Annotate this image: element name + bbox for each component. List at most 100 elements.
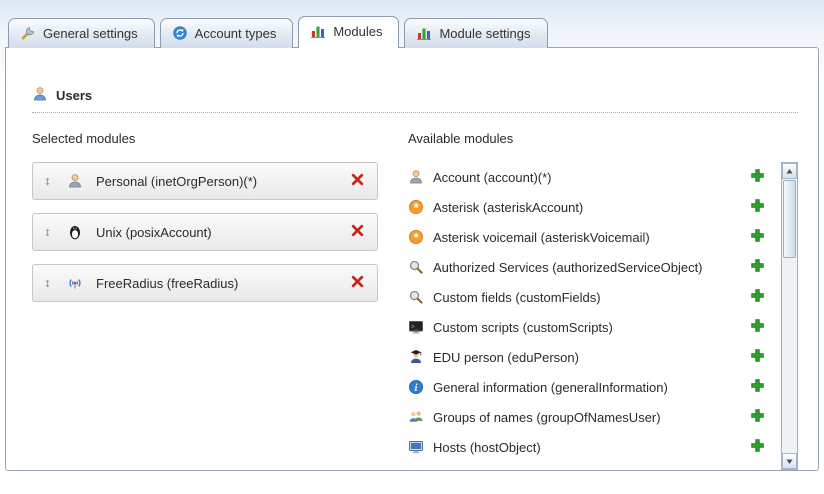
available-module-label: Asterisk voicemail (asteriskVoicemail) (433, 230, 739, 245)
plus-icon (750, 408, 765, 426)
tab-label: Account types (195, 26, 277, 41)
add-module-button[interactable] (748, 166, 767, 188)
selected-module-label: Unix (posixAccount) (92, 225, 339, 240)
red-x-icon (350, 172, 365, 190)
tab-label: Module settings (439, 26, 530, 41)
modules-columns: Selected modules Personal (inetOrgPerson… (32, 121, 798, 470)
plus-icon (750, 198, 765, 216)
refresh-icon (172, 25, 188, 41)
plus-icon (750, 318, 765, 336)
add-module-button[interactable] (748, 256, 767, 278)
antenna-icon (67, 275, 83, 291)
asterisk-icon: * (408, 199, 424, 215)
drag-handle-icon[interactable] (43, 175, 52, 188)
selected-module-row: FreeRadius (freeRadius) (32, 264, 378, 302)
section-title: Users (56, 88, 92, 103)
tab-general-settings[interactable]: General settings (8, 18, 155, 48)
person-icon (408, 169, 424, 185)
svg-text:i: i (415, 383, 418, 394)
tab-account-types[interactable]: Account types (160, 18, 294, 48)
svg-text:>_: >_ (411, 324, 419, 331)
add-module-button[interactable] (748, 286, 767, 308)
scroll-down-button[interactable] (782, 453, 797, 469)
monitor-icon (408, 439, 424, 455)
scrollbar-thumb[interactable] (783, 180, 796, 258)
available-module-label: EDU person (eduPerson) (433, 350, 739, 365)
drag-handle-icon[interactable] (43, 226, 52, 239)
available-module-label: General information (generalInformation) (433, 380, 739, 395)
available-module-row: Authorized Services (authorizedServiceOb… (408, 252, 781, 282)
bar-chart-icon (416, 25, 432, 41)
available-module-row: Account (account)(*) (408, 162, 781, 192)
tab-bar: General settings Account types Modules M… (0, 16, 824, 47)
tab-label: General settings (43, 26, 138, 41)
tab-modules[interactable]: Modules (298, 16, 399, 48)
user-icon (32, 86, 48, 105)
scroll-up-button[interactable] (782, 163, 797, 179)
available-module-label: Account (account)(*) (433, 170, 739, 185)
group-icon (408, 409, 424, 425)
available-module-label: Custom scripts (customScripts) (433, 320, 739, 335)
available-modules-label: Available modules (408, 131, 798, 146)
plus-icon (750, 378, 765, 396)
red-x-icon (350, 223, 365, 241)
add-module-button[interactable] (748, 226, 767, 248)
person-icon (67, 173, 83, 189)
magnifier-icon (408, 259, 424, 275)
info-icon: i (408, 379, 424, 395)
add-module-button[interactable] (748, 376, 767, 398)
scroll-up-icon (785, 164, 794, 179)
selected-module-row: Personal (inetOrgPerson)(*) (32, 162, 378, 200)
red-x-icon (350, 274, 365, 292)
available-module-label: Custom fields (customFields) (433, 290, 739, 305)
selected-modules-column: Selected modules Personal (inetOrgPerson… (32, 121, 408, 470)
available-module-row: EDU person (eduPerson) (408, 342, 781, 372)
plus-icon (750, 168, 765, 186)
add-module-button[interactable] (748, 406, 767, 428)
plus-icon (750, 228, 765, 246)
graduate-icon (408, 349, 424, 365)
available-module-label: Hosts (hostObject) (433, 440, 739, 455)
scrollbar-track[interactable] (782, 179, 797, 453)
asterisk-icon: * (408, 229, 424, 245)
remove-module-button[interactable] (348, 221, 367, 243)
available-module-label: Asterisk (asteriskAccount) (433, 200, 739, 215)
selected-module-label: FreeRadius (freeRadius) (92, 276, 339, 291)
selected-modules-list: Personal (inetOrgPerson)(*) Unix (posixA… (32, 162, 408, 302)
plus-icon (750, 288, 765, 306)
plus-icon (750, 258, 765, 276)
selected-modules-label: Selected modules (32, 131, 408, 146)
tab-module-settings[interactable]: Module settings (404, 18, 547, 48)
add-module-button[interactable] (748, 346, 767, 368)
add-module-button[interactable] (748, 316, 767, 338)
selected-module-row: Unix (posixAccount) (32, 213, 378, 251)
available-module-label: Groups of names (groupOfNamesUser) (433, 410, 739, 425)
tab-label: Modules (333, 24, 382, 39)
available-module-row: >_ Custom scripts (customScripts) (408, 312, 781, 342)
available-module-row: i General information (generalInformatio… (408, 372, 781, 402)
remove-module-button[interactable] (348, 272, 367, 294)
terminal-icon: >_ (408, 319, 424, 335)
available-module-row: Hosts (hostObject) (408, 432, 781, 462)
section-header-users: Users (32, 86, 798, 113)
available-module-row: Custom fields (customFields) (408, 282, 781, 312)
wrench-icon (20, 25, 36, 41)
bar-chart-icon (310, 23, 326, 39)
available-module-row: Groups of names (groupOfNamesUser) (408, 402, 781, 432)
plus-icon (750, 438, 765, 456)
drag-handle-icon[interactable] (43, 277, 52, 290)
available-modules-column: Available modules Account (account)(*) *… (408, 121, 798, 470)
scroll-down-icon (785, 454, 794, 469)
magnifier-icon (408, 289, 424, 305)
available-module-row: * Asterisk voicemail (asteriskVoicemail) (408, 222, 781, 252)
available-modules-wrap: Account (account)(*) * Asterisk (asteris… (408, 162, 798, 470)
plus-icon (750, 348, 765, 366)
add-module-button[interactable] (748, 436, 767, 458)
available-modules-scrollbar[interactable] (781, 162, 798, 470)
available-module-label: Authorized Services (authorizedServiceOb… (433, 260, 739, 275)
penguin-icon (67, 224, 83, 240)
selected-module-label: Personal (inetOrgPerson)(*) (92, 174, 339, 189)
remove-module-button[interactable] (348, 170, 367, 192)
add-module-button[interactable] (748, 196, 767, 218)
modules-panel: Users Selected modules Personal (inetOrg… (5, 47, 819, 471)
